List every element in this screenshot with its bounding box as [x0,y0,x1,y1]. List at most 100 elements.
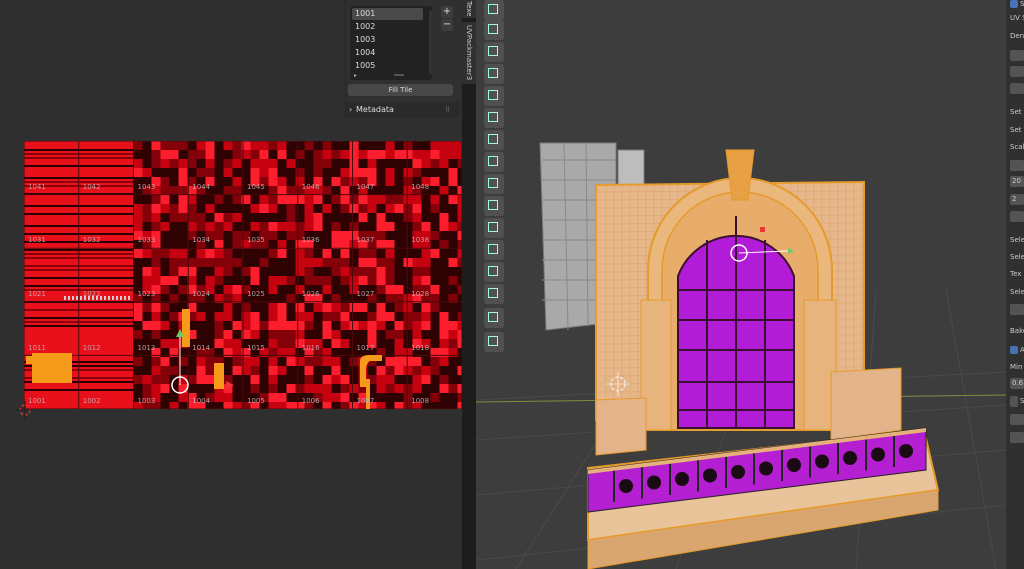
inset-icon [488,68,498,78]
tool-poly-build[interactable] [484,152,504,172]
2d-cursor-icon[interactable] [16,401,34,419]
udim-tile-label: 1002 [82,397,101,406]
tab-texel[interactable]: Texe [462,0,476,18]
panel-field[interactable] [1010,83,1024,94]
shrink-fatten-icon [488,244,498,254]
udim-tile-label: 1028 [411,290,430,298]
uv-texture-grid[interactable]: 1041 1042 1043 1044 1045 1046 1047 1048 1031 1032… [24,141,462,409]
udim-tile-label: 1048 [411,182,430,191]
tool-select-box[interactable] [484,0,504,20]
tool-edge-slide[interactable] [484,218,504,238]
udim-tile-label: 1045 [247,182,265,191]
edge-slide-icon [488,222,498,232]
udim-tile-item[interactable]: 1003 [352,34,423,46]
tool-measure[interactable] [484,308,504,328]
uv-editor[interactable]: 1001 1002 1003 1004 1005 ▸ + − Fill Tile… [0,0,462,569]
panel-field[interactable] [1010,50,1024,61]
udim-tile-label: 1036 [301,236,320,245]
udim-tile-item[interactable]: 1002 [352,21,423,33]
udim-tile-item[interactable]: 1005 [352,60,423,72]
udim-tile-label: 1034 [192,236,211,245]
fill-tile-button[interactable]: Fill Tile [348,84,453,96]
loop-cut-icon [488,112,498,122]
panel-field[interactable] [1010,66,1024,77]
spin-icon [488,178,498,188]
udim-tile-label: 1041 [28,182,46,191]
panel-checkbox[interactable] [1010,346,1018,354]
tool-extrude[interactable] [484,42,504,62]
tool-knife[interactable] [484,130,504,150]
panel-label: Den [1010,32,1024,40]
udim-tile-label: 1042 [82,182,101,191]
panel-label: Sele [1010,236,1024,244]
udim-tile-label: 1004 [192,397,211,406]
measure-icon [488,312,498,322]
panel-label: S [1020,397,1024,405]
tool-smooth[interactable] [484,196,504,216]
panel-label: Se [1020,0,1024,8]
panel-field[interactable] [1010,304,1024,315]
list-expand-icon[interactable]: ▸ [354,72,357,79]
cursor-icon [488,24,498,34]
udim-tiles-panel: 1001 1002 1003 1004 1005 ▸ + − Fill Tile… [345,0,459,120]
udim-tile-label: 1005 [247,397,265,406]
tool-bevel[interactable] [484,86,504,106]
tool-cursor[interactable] [484,20,504,40]
panel-field[interactable] [1010,432,1024,443]
tool-rip[interactable] [484,284,504,304]
panel-checkbox[interactable] [1010,0,1018,8]
panel-field-value: 20 [1012,177,1021,185]
udim-tile-label: 1006 [301,397,320,406]
tool-shear[interactable] [484,262,504,282]
viewport-scene [476,142,1006,569]
chevron-right-icon: › [349,105,353,114]
udim-tile-label: 1031 [28,236,46,245]
tab-uvpackmaster[interactable]: UVPackmaster3 [462,22,476,84]
knife-icon [488,134,498,144]
drag-handle-icon[interactable]: ⠿ [445,102,450,118]
remove-tile-button[interactable]: − [441,19,453,31]
tile-list-scrollbar[interactable] [429,10,432,74]
panel-label: UV S [1010,14,1024,22]
udim-tile-label: 1007 [356,397,375,406]
udim-tile-label: 1023 [137,290,156,298]
udim-tile-label: 1013 [137,343,156,352]
tool-inset[interactable] [484,64,504,84]
panel-field[interactable]: 20 [1010,176,1024,187]
udim-tile-item[interactable]: 1004 [352,47,423,59]
udim-tile-label: 1044 [192,182,211,191]
panel-label: Set [1010,126,1022,134]
panel-checkbox[interactable] [1010,396,1018,407]
panel-field-value: 0.6 [1012,379,1024,387]
tool-shrink-fatten[interactable] [484,240,504,260]
panel-field[interactable] [1010,414,1024,425]
select-box-icon [488,4,498,14]
extrude-icon [488,46,498,56]
list-resize-handle[interactable] [394,74,404,76]
tool-spin[interactable] [484,174,504,194]
add-tile-button[interactable]: + [441,6,453,18]
area-separator: Texe UVPackmaster3 [462,0,476,569]
udim-tile-label: 1008 [411,397,430,406]
annotate-icon [488,336,498,346]
3d-viewport[interactable] [476,0,1006,569]
udim-tile-label: 1015 [247,343,265,352]
udim-tile-item[interactable]: 1001 [352,8,423,20]
panel-field[interactable] [1010,211,1024,222]
panel-label: Min [1010,363,1023,371]
panel-field[interactable]: 0.6 [1010,378,1024,389]
udim-tile-label: 1014 [192,343,211,352]
panel-field[interactable]: 2 [1010,194,1024,205]
panel-field[interactable] [1010,160,1024,171]
udim-tile-label: 1024 [192,290,211,298]
tool-loop-cut[interactable] [484,108,504,128]
udim-tile-label: 1017 [356,343,375,352]
metadata-panel-header[interactable]: › Metadata ⠿ [346,102,459,118]
tool-annotate[interactable] [484,332,504,352]
udim-tile-label: 1047 [356,182,375,191]
udim-tile-list[interactable]: 1001 1002 1003 1004 1005 ▸ [350,6,432,80]
panel-label: Scal [1010,143,1024,151]
rip-icon [488,288,498,298]
udim-tile-label: 1011 [28,343,46,352]
udim-tile-label: 1033 [137,236,156,245]
